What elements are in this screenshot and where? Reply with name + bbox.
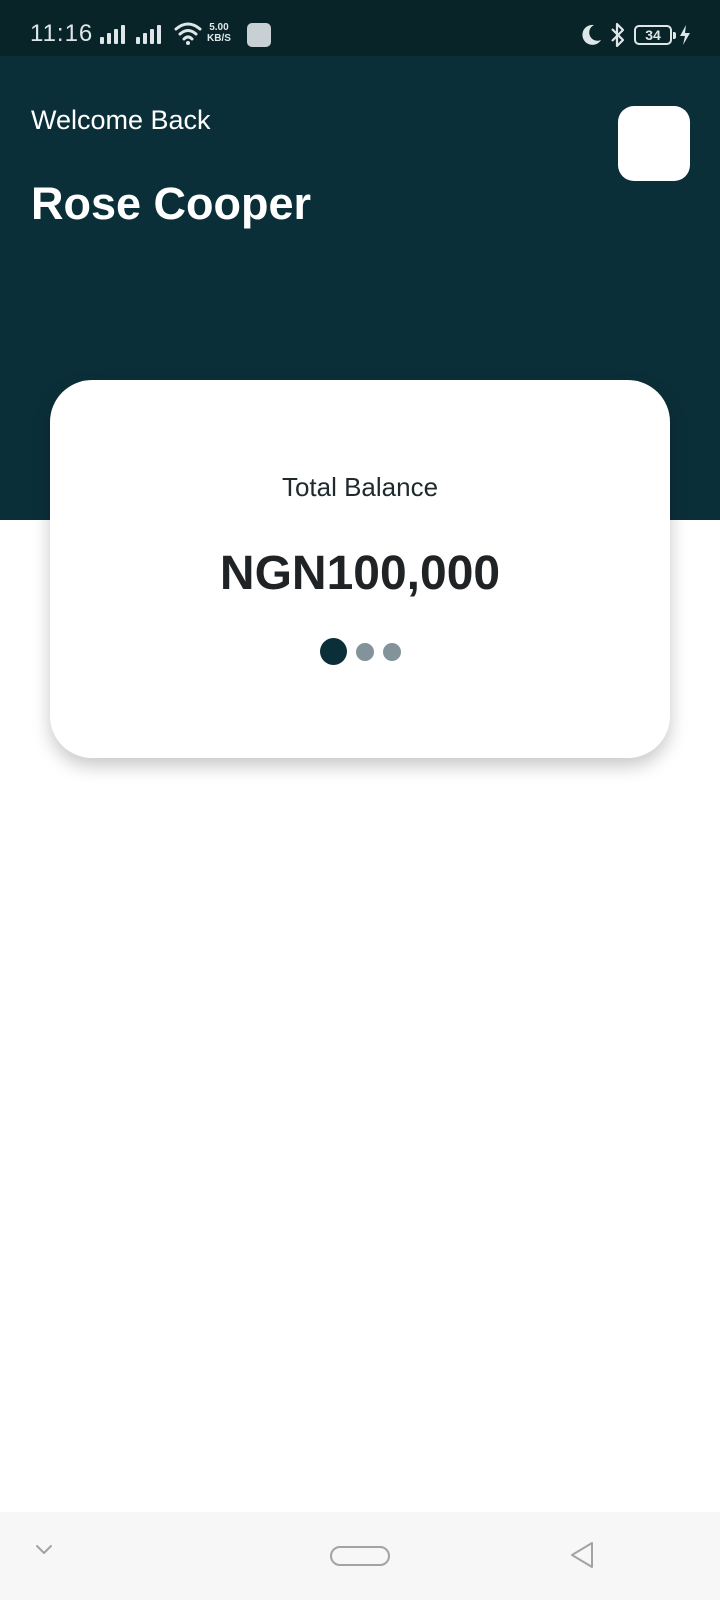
moon-icon: [582, 24, 601, 45]
charging-icon: [680, 25, 690, 45]
network-speed-value: 5.00: [209, 22, 229, 33]
network-speed: 5.00 KB/S: [207, 22, 231, 44]
page-indicator: [50, 638, 670, 666]
chevron-down-icon[interactable]: [34, 1542, 54, 1556]
balance-label: Total Balance: [281, 472, 439, 502]
battery-icon: 34: [634, 25, 676, 45]
home-pill-icon[interactable]: [330, 1546, 390, 1566]
balance-amount: NGN100,000: [219, 547, 501, 600]
signal-icon: [100, 24, 128, 44]
status-bar: 11:16 5.00 KB/S 34: [0, 0, 720, 56]
status-time: 11:16: [30, 20, 94, 47]
wifi-icon: [174, 22, 202, 45]
network-speed-unit: KB/S: [207, 33, 231, 44]
bluetooth-icon: [611, 22, 625, 48]
page-dot-active[interactable]: [320, 638, 347, 665]
balance-card[interactable]: Total Balance NGN100,000: [50, 380, 670, 758]
welcome-text: Welcome Back: [31, 105, 211, 135]
signal-icon: [136, 24, 164, 44]
page-dot[interactable]: [383, 643, 401, 661]
back-triangle-icon[interactable]: [568, 1540, 596, 1570]
profile-button[interactable]: [618, 106, 690, 181]
user-name: Rose Cooper: [31, 178, 312, 229]
page-dot[interactable]: [356, 643, 374, 661]
app-notification-icon: [247, 23, 271, 47]
navigation-bar: [0, 1512, 720, 1600]
